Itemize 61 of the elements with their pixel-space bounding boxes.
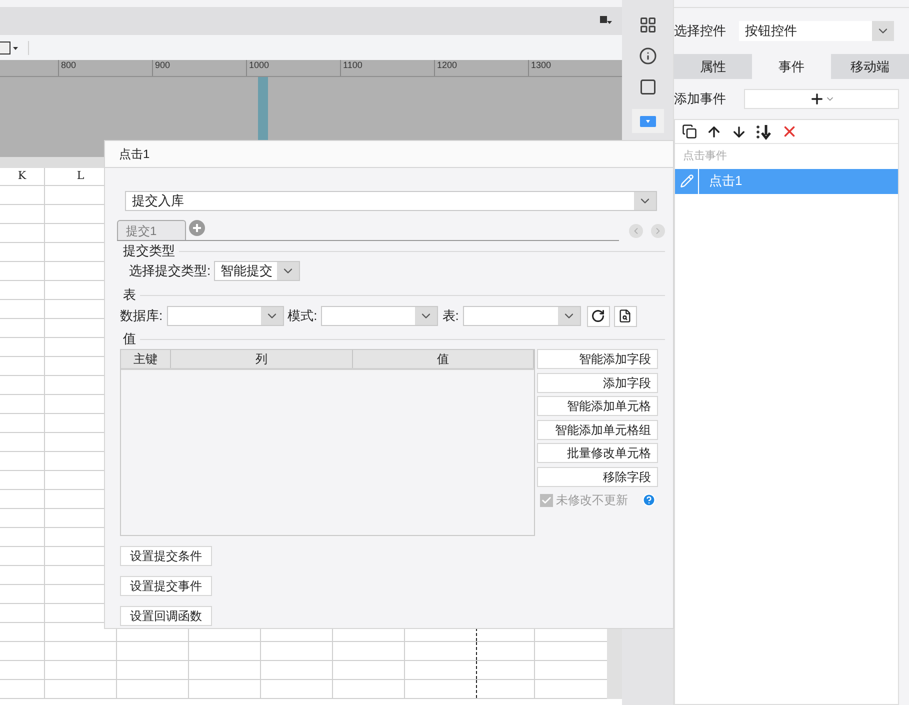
ruler-label: 800 xyxy=(60,60,76,72)
refresh-button[interactable] xyxy=(586,306,610,326)
submit-tab[interactable]: 提交1 xyxy=(117,220,186,240)
panel-tab[interactable]: 移动端 xyxy=(830,54,909,79)
control-select-label: 选择控件 xyxy=(674,22,727,40)
field-label: 数据库: xyxy=(120,307,163,326)
copy-icon[interactable] xyxy=(682,124,697,139)
ruler-label: 900 xyxy=(154,60,170,72)
field-label: 表: xyxy=(442,307,459,326)
table-field-select[interactable] xyxy=(321,306,438,326)
value-action-button[interactable]: 智能添加字段 xyxy=(537,349,658,369)
panel-tab[interactable]: 属性 xyxy=(674,54,752,79)
help-icon[interactable] xyxy=(642,493,656,507)
dialog-title: 点击1 xyxy=(119,146,150,163)
event-list-header: 点击事件 xyxy=(682,148,728,164)
info-icon[interactable] xyxy=(638,47,656,65)
value-action-button[interactable]: 智能添加单元格组 xyxy=(537,420,658,440)
widget-tool[interactable] xyxy=(632,109,664,133)
dropdown-widget-icon xyxy=(640,116,656,126)
dialog-action-button[interactable]: 设置提交事件 xyxy=(120,576,212,596)
section-heading: 值 xyxy=(123,331,136,347)
action-select[interactable]: 提交入库 xyxy=(125,191,657,211)
arrow-down-icon[interactable] xyxy=(731,124,747,140)
table-field-select[interactable] xyxy=(166,306,284,326)
dock-icon[interactable] xyxy=(600,16,612,26)
submit-type-select[interactable]: 智能提交 xyxy=(214,261,300,281)
value-action-button[interactable]: 添加字段 xyxy=(537,372,658,392)
move-to-bottom-icon[interactable] xyxy=(756,124,772,140)
dialog-action-button[interactable]: 设置回调函数 xyxy=(120,606,212,626)
control-select[interactable]: 按钮控件 xyxy=(739,21,894,41)
dialog-action-button[interactable]: 设置提交条件 xyxy=(120,546,212,566)
field-label: 模式: xyxy=(288,307,318,326)
column-header[interactable]: L xyxy=(76,168,84,185)
value-action-button[interactable]: 移除字段 xyxy=(537,466,658,486)
table-header: 列 xyxy=(255,351,268,368)
ruler-label: 1200 xyxy=(436,60,458,72)
refresh-icon xyxy=(591,309,606,323)
value-action-button[interactable]: 智能添加单元格 xyxy=(537,396,658,416)
section-heading: 表 xyxy=(123,287,136,303)
value-action-button[interactable]: 批量修改单元格 xyxy=(537,443,658,463)
add-event-label: 添加事件 xyxy=(674,90,727,108)
arrow-up-icon[interactable] xyxy=(706,124,722,140)
grid-layout-icon[interactable] xyxy=(638,16,656,34)
ruler-label: 1000 xyxy=(248,60,270,72)
border-style-icon[interactable] xyxy=(0,40,20,54)
ruler-label: 1100 xyxy=(342,60,362,72)
frame-icon[interactable] xyxy=(638,78,656,96)
edit-icon[interactable] xyxy=(680,174,694,188)
file-search-icon xyxy=(618,309,632,323)
submit-type-label: 选择提交类型: xyxy=(129,262,211,280)
table-header: 值 xyxy=(436,351,449,368)
preview-button[interactable] xyxy=(614,306,637,326)
column-header[interactable]: K xyxy=(18,168,26,185)
table-field-select[interactable] xyxy=(462,306,581,326)
add-tab-icon[interactable] xyxy=(189,220,205,236)
table-header: 主键 xyxy=(134,351,158,368)
event-item-label: 点击1 xyxy=(708,172,742,190)
plus-icon xyxy=(808,91,824,107)
skip-unchanged-label: 未修改不更新 xyxy=(556,492,628,509)
section-heading: 提交类型 xyxy=(123,243,175,259)
ruler-label: 1300 xyxy=(530,60,552,72)
